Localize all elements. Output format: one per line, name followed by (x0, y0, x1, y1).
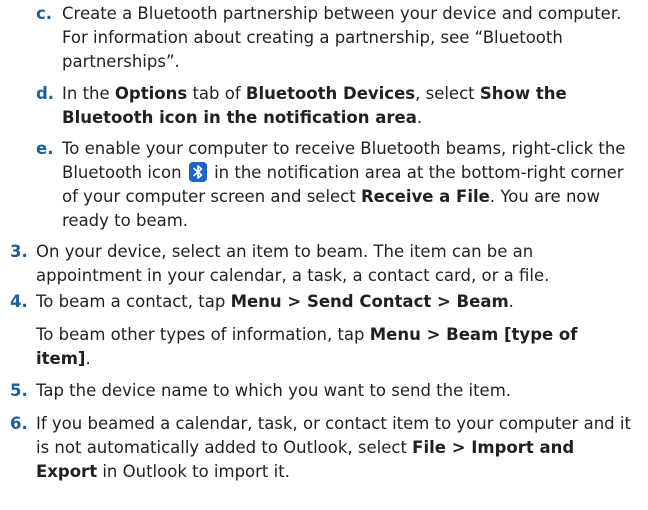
step-6: 6. If you beamed a calendar, task, or co… (10, 412, 632, 484)
step-4: 4. To beam a contact, tap Menu > Send Co… (10, 290, 632, 314)
step-text: . (508, 292, 514, 311)
step-4-note: To beam other types of information, tap … (36, 323, 632, 371)
options-tab-label: Options (114, 84, 188, 103)
receive-a-file-label: Receive a File (360, 187, 490, 206)
step-text: On your device, select an item to beam. … (36, 242, 550, 285)
step-text: . (85, 349, 91, 368)
step-e: e. To enable your computer to receive Bl… (36, 137, 632, 233)
step-marker: 5. (10, 381, 28, 400)
step-text: in Outlook to import it. (97, 462, 290, 481)
step-d: d. In the Options tab of Bluetooth Devic… (36, 82, 632, 130)
step-marker: 4. (10, 292, 28, 311)
step-5: 5. Tap the device name to which you want… (10, 379, 632, 403)
menu-path-label: Menu > Send Contact > Beam (230, 292, 509, 311)
step-3: 3. On your device, select an item to bea… (10, 240, 632, 288)
bluetooth-devices-label: Bluetooth Devices (245, 84, 416, 103)
step-text: . (416, 108, 423, 127)
step-marker: d. (36, 84, 55, 103)
step-text: tab of (187, 84, 246, 103)
step-marker: e. (36, 139, 54, 158)
step-marker: 6. (10, 414, 28, 433)
step-c: c. Create a Bluetooth partnership betwee… (36, 2, 632, 74)
bluetooth-icon (188, 162, 207, 182)
step-text: To beam other types of information, tap (36, 325, 370, 344)
step-marker: c. (36, 4, 53, 23)
step-text: To beam a contact, tap (36, 292, 231, 311)
step-text: In the (62, 84, 115, 103)
step-text: , select (415, 84, 480, 103)
step-text: Tap the device name to which you want to… (36, 381, 512, 400)
document-page: c. Create a Bluetooth partnership betwee… (0, 0, 648, 510)
step-marker: 3. (10, 242, 28, 261)
step-text: Create a Bluetooth partnership between y… (62, 4, 622, 71)
